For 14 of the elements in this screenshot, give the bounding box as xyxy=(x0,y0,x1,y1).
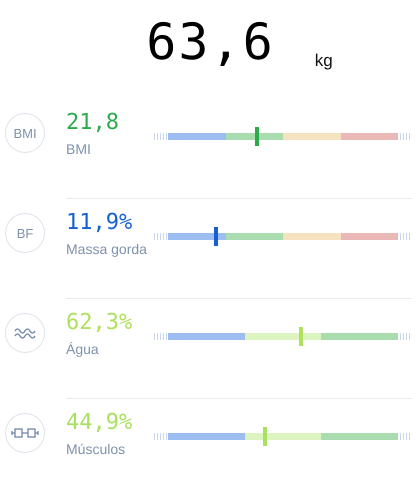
metric-label: Massa gorda xyxy=(66,241,148,258)
metric-label: BMI xyxy=(66,141,92,158)
metric-value: 21,8 xyxy=(66,111,120,136)
metric-value: 44,9% xyxy=(66,411,134,436)
weight-unit: kg xyxy=(314,51,333,71)
dumbbell-icon xyxy=(5,413,45,453)
metric-value: 62,3% xyxy=(66,311,134,336)
metric-badge: BF xyxy=(5,213,45,253)
metric-badge: BMI xyxy=(5,113,45,153)
wave-icon xyxy=(5,313,45,353)
metric-value: 11,9% xyxy=(66,211,134,236)
metric-label: Músculos xyxy=(66,441,126,458)
metric-label: Água xyxy=(66,341,100,358)
weight-value: 63,6 xyxy=(146,17,275,67)
